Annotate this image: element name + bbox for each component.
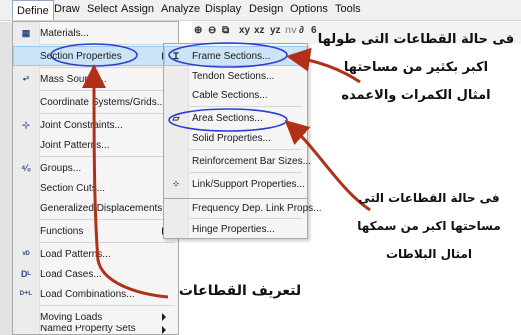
define-arrow [82, 64, 169, 299]
define-note: لتعريف القطاعات [178, 283, 302, 299]
section-properties-highlight-oval [50, 43, 138, 67]
frame-note-line: امثال الكمرات والاعمده [341, 88, 491, 103]
frame-sections-highlight-oval [168, 42, 288, 68]
frame-note-line: فى حالة القطاعات التى طولها [317, 32, 515, 47]
frame-note: فى حالة القطاعات التى طولها اكبر بكثير م… [314, 26, 518, 110]
area-sections-highlight-oval [168, 108, 288, 132]
area-note-line: مساحتها اكبر من سمكها [357, 219, 501, 233]
area-note-line: امثال البلاطات [385, 247, 473, 261]
frame-note-line: اكبر بكثير من مساحتها [343, 60, 489, 75]
area-note-line: فى حالة القطاعات التى [358, 191, 500, 205]
area-note: فى حالة القطاعات التى مساحتها اكبر من سم… [340, 184, 518, 268]
